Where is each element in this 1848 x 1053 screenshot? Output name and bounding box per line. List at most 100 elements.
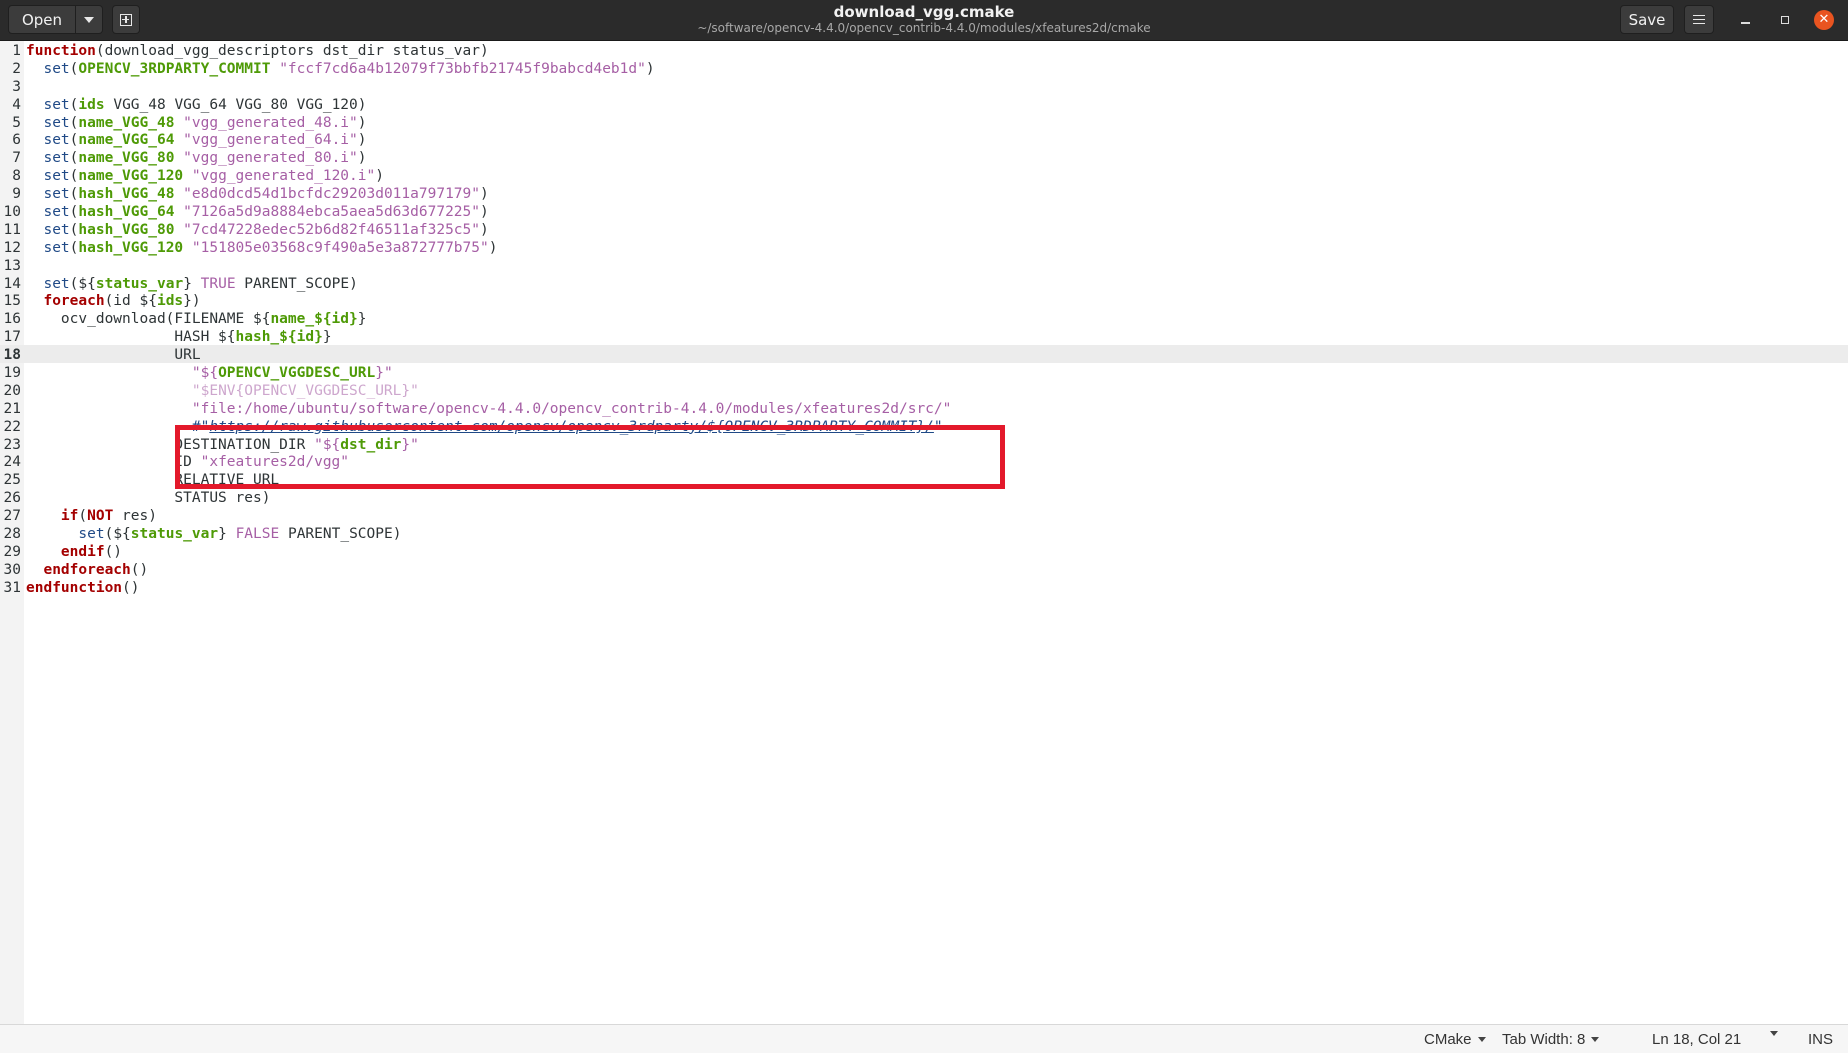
code-token: "vgg_generated_80.i" xyxy=(183,150,358,167)
code-token: (${ xyxy=(104,526,131,543)
code-line[interactable]: 29 endif() xyxy=(0,544,951,562)
code-text: HASH ${hash_${id}} xyxy=(26,329,331,345)
code-line[interactable]: 10 set(hash_VGG_64 "7126a5d9a8884ebca5ae… xyxy=(0,204,951,222)
code-token: set xyxy=(43,114,70,131)
code-token: name_${id} xyxy=(270,311,358,328)
code-line[interactable]: 3 xyxy=(0,79,951,97)
code-token: RELATIVE_URL xyxy=(26,472,280,489)
line-number: 26 xyxy=(3,490,21,507)
code-line[interactable]: 14 set(${status_var} TRUE PARENT_SCOPE) xyxy=(0,276,951,294)
code-text: #"https://raw.githubusercontent.com/open… xyxy=(26,419,943,435)
save-button-label: Save xyxy=(1628,10,1666,29)
code-line[interactable]: 1 function(download_vgg_descriptors dst_d… xyxy=(0,43,951,61)
code-token: "${ xyxy=(191,365,219,382)
code-line[interactable]: 2 set(OPENCV_3RDPARTY_COMMIT "fccf7cd6a4… xyxy=(0,61,951,79)
code-line[interactable]: 27 if(NOT res) xyxy=(0,508,951,526)
code-text: "$ENV{OPENCV_VGGDESC_URL}" xyxy=(26,383,419,399)
header-bar: Open download_vgg.cmake ~/software/openc… xyxy=(0,0,1848,41)
line-number: 6 xyxy=(12,132,21,149)
code-line[interactable]: 12 set(hash_VGG_120 "151805e03568c9f490a… xyxy=(0,240,951,258)
code-token: }" xyxy=(401,436,419,453)
open-button[interactable]: Open xyxy=(8,5,76,34)
code-token: ) xyxy=(357,150,367,167)
code-line[interactable]: 4 set(ids VGG_48 VGG_64 VGG_80 VGG_120) xyxy=(0,97,951,115)
window-subtitle: ~/software/opencv-4.4.0/opencv_contrib-4… xyxy=(697,21,1151,35)
code-line[interactable]: 5 set(name_VGG_48 "vgg_generated_48.i") xyxy=(0,115,951,133)
code-line[interactable]: 11 set(hash_VGG_80 "7cd47228edec52b6d82f… xyxy=(0,222,951,240)
code-lines[interactable]: 1 function(download_vgg_descriptors dst_d… xyxy=(0,43,952,598)
code-line[interactable]: 30 endforeach() xyxy=(0,562,951,580)
minimize-button[interactable] xyxy=(1734,9,1756,31)
code-line[interactable]: 13 xyxy=(0,258,951,276)
code-token: status_var xyxy=(130,526,219,543)
code-text: set(hash_VGG_80 "7cd47228edec52b6d82f465… xyxy=(26,221,488,238)
code-token: https://raw.githubusercontent.com/opencv… xyxy=(209,418,934,435)
insert-mode-indicator[interactable]: INS xyxy=(1808,1031,1833,1048)
maximize-icon xyxy=(1781,16,1789,24)
save-button[interactable]: Save xyxy=(1620,5,1674,34)
code-text: set(name_VGG_120 "vgg_generated_120.i") xyxy=(26,168,384,184)
line-number: 19 xyxy=(3,365,21,382)
code-token: ) xyxy=(488,239,498,256)
code-text: DESTINATION_DIR "${dst_dir}" xyxy=(26,436,419,453)
code-line[interactable]: 17 HASH ${hash_${id}} xyxy=(0,329,951,347)
code-token: "xfeatures2d/vgg" xyxy=(200,454,350,471)
new-document-button[interactable] xyxy=(112,5,140,34)
code-text: RELATIVE_URL xyxy=(26,472,279,488)
code-line[interactable]: 22 #"https://raw.githubusercontent.com/o… xyxy=(0,419,951,437)
code-token: () xyxy=(122,579,140,596)
code-line[interactable]: 20 "$ENV{OPENCV_VGGDESC_URL}" xyxy=(0,383,951,401)
code-line[interactable]: 15 foreach(id ${ids}) xyxy=(0,293,951,311)
code-line[interactable]: 24 ID "xfeatures2d/vgg" xyxy=(0,454,951,472)
cursor-position[interactable]: Ln 18, Col 21 xyxy=(1652,1031,1741,1048)
line-number: 7 xyxy=(12,150,21,167)
code-token: ( xyxy=(78,508,88,525)
line-number: 31 xyxy=(3,579,21,596)
code-token: OPENCV_3RDPARTY_COMMIT xyxy=(78,60,271,77)
code-line[interactable]: 21 "file:/home/ubuntu/software/opencv-4.… xyxy=(0,401,952,419)
code-line[interactable]: 6 set(name_VGG_64 "vgg_generated_64.i") xyxy=(0,132,951,150)
code-token: ) xyxy=(357,114,367,131)
code-token: set xyxy=(43,239,70,256)
open-menu-button[interactable] xyxy=(75,5,103,34)
code-token: name_VGG_48 xyxy=(78,114,175,131)
code-line[interactable]: 19 "${OPENCV_VGGDESC_URL}" xyxy=(0,365,951,383)
code-line[interactable]: 18 URL xyxy=(0,347,951,365)
code-line[interactable]: 25 RELATIVE_URL xyxy=(0,472,951,490)
language-selector[interactable]: CMake xyxy=(1424,1031,1486,1048)
code-text: set(${status_var} FALSE PARENT_SCOPE) xyxy=(26,526,401,542)
code-text: endforeach() xyxy=(26,562,148,578)
code-line[interactable]: 23 DESTINATION_DIR "${dst_dir}" xyxy=(0,437,951,455)
code-token: set xyxy=(43,168,70,185)
code-line[interactable]: 28 set(${status_var} FALSE PARENT_SCOPE) xyxy=(0,526,951,544)
chevron-down-icon xyxy=(1770,1031,1778,1036)
window-title: download_vgg.cmake xyxy=(833,3,1015,21)
menu-button[interactable] xyxy=(1684,5,1714,34)
tab-width-selector[interactable]: Tab Width: 8 xyxy=(1502,1031,1600,1048)
code-line[interactable]: 8 set(name_VGG_120 "vgg_generated_120.i"… xyxy=(0,168,951,186)
code-line[interactable]: 9 set(hash_VGG_48 "e8d0dcd54d1bcfdc29203… xyxy=(0,186,951,204)
close-button[interactable]: ✕ xyxy=(1813,9,1835,31)
code-token: endif xyxy=(60,543,105,560)
maximize-button[interactable] xyxy=(1774,9,1796,31)
code-line[interactable]: 26 STATUS res) xyxy=(0,490,951,508)
line-number: 2 xyxy=(12,60,21,77)
code-token: DESTINATION_DIR xyxy=(26,436,315,453)
code-line[interactable]: 7 set(name_VGG_80 "vgg_generated_80.i") xyxy=(0,150,951,168)
cursor-position-menu[interactable] xyxy=(1770,1031,1778,1036)
code-line[interactable]: 16 ocv_download(FILENAME ${name_${id}} xyxy=(0,311,951,329)
code-token: function xyxy=(26,43,96,59)
code-token: ) xyxy=(645,60,655,77)
code-token: set xyxy=(43,221,70,238)
code-token: set xyxy=(43,96,70,113)
text-editor[interactable]: 1 function(download_vgg_descriptors dst_d… xyxy=(0,41,1848,1024)
code-line[interactable]: 31 endfunction() xyxy=(0,580,951,598)
